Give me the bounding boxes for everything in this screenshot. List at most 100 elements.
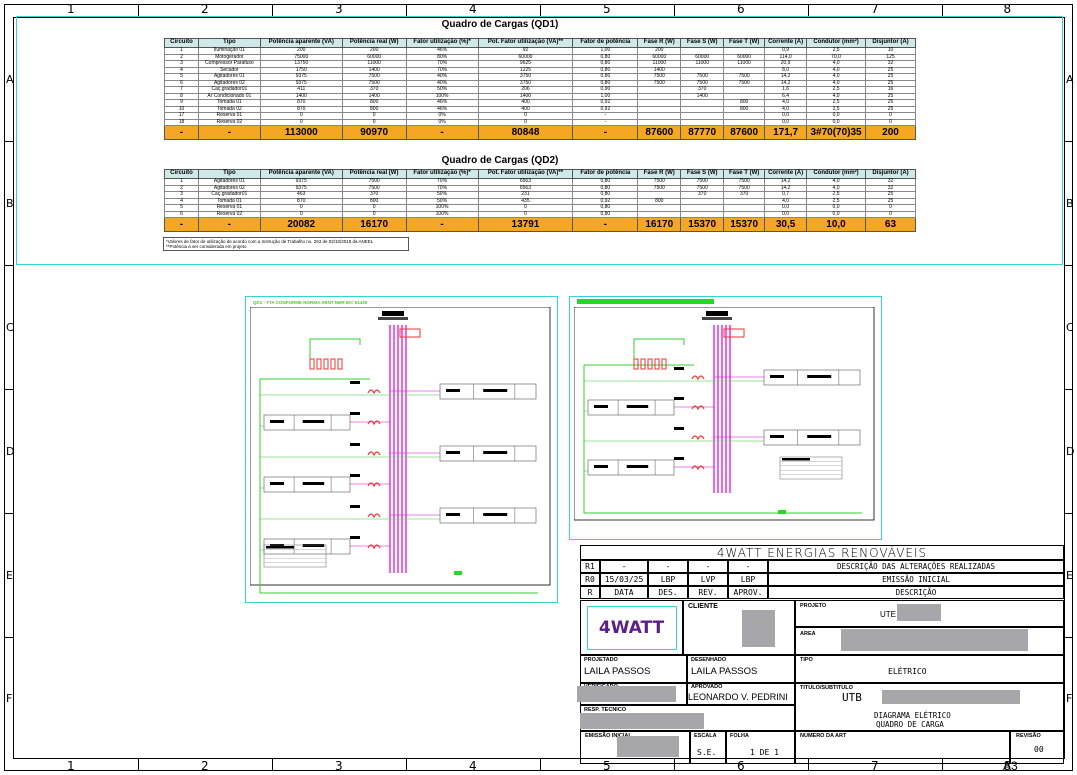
tipo-cell xyxy=(795,655,1064,683)
client-redacted xyxy=(742,610,775,647)
total-cell: 87600 xyxy=(637,125,682,140)
tipo-label: TIPO xyxy=(800,657,813,663)
qd2-diagram-rect xyxy=(594,405,608,408)
zone-row-tick xyxy=(1064,141,1073,142)
qd2-diagram-rect xyxy=(674,427,684,430)
project-redacted xyxy=(897,604,941,621)
zone-row-label: C xyxy=(1066,321,1074,334)
zone-row-tick xyxy=(1064,265,1073,266)
revision-cell: REV. xyxy=(688,586,728,599)
qd1-diagram-rect xyxy=(483,451,508,454)
zone-col-label: 1 xyxy=(67,2,75,16)
qd1-diagram-rect xyxy=(302,420,325,423)
zone-col-label: 8 xyxy=(1003,2,1012,16)
titulo-redacted xyxy=(882,690,1020,704)
revisao-label: REVISÃO xyxy=(1016,733,1041,739)
zone-col-label: 7 xyxy=(871,2,879,16)
total-cell: 63 xyxy=(864,217,917,232)
revision-cell: DESCRIÇÃO DAS ALTERAÇÕES REALIZADAS xyxy=(768,560,1064,573)
total-cell: - xyxy=(405,217,479,232)
col-header: Fase T (W) xyxy=(723,38,766,48)
zone-col-label: 4 xyxy=(469,759,477,773)
total-cell: - xyxy=(164,125,199,140)
total-cell: 87600 xyxy=(723,125,766,140)
projetado-value: LAILA PASSOS xyxy=(584,666,651,677)
qd2-diagram-rect xyxy=(674,367,684,370)
qd1-table: Circuito Tipo Potência aparente (VA) Potênc… xyxy=(164,38,916,140)
qd1-diagram-rect xyxy=(350,443,360,446)
total-cell: - xyxy=(572,217,639,232)
aprovado-value: LEONARDO V. PEDRINI xyxy=(688,692,788,702)
total-cell: 90970 xyxy=(341,125,407,140)
total-cell: 200 xyxy=(865,125,916,140)
titulo-prefix: UTB xyxy=(842,691,862,704)
zone-row-tick xyxy=(1064,389,1073,390)
revision-cell: - xyxy=(728,560,768,573)
qd2-diagram-rect xyxy=(702,317,732,320)
zone-row-label: D xyxy=(6,445,15,458)
verificado-redacted xyxy=(577,686,676,702)
total-cell: - xyxy=(164,217,199,232)
col-header: Fase S (W) xyxy=(680,38,725,48)
revision-cell: DESCRIÇÃO xyxy=(768,586,1064,599)
ground-marker xyxy=(454,571,462,575)
emissao-redacted xyxy=(617,736,679,757)
project-value: UTE xyxy=(880,610,896,619)
total-cell: 10,0 xyxy=(806,217,866,232)
zone-col-label: 3 xyxy=(335,2,343,16)
total-row: - -113000 90970-80848-87600 87770 87600 171,7… xyxy=(164,125,916,140)
total-cell: 15370 xyxy=(680,217,725,232)
client-label: CLIENTE xyxy=(688,603,718,610)
revision-cell: R1 xyxy=(580,560,600,573)
diagram-qd1-caption: QD1 - TTA CONFORME NORMA ABNT NBR IEC 61… xyxy=(253,300,368,305)
total-cell: 113000 xyxy=(259,125,343,140)
qd1-diagram-rect xyxy=(266,546,294,549)
total-cell: - xyxy=(405,125,479,140)
total-cell: 16170 xyxy=(637,217,682,232)
sheet-size: A3 xyxy=(1003,759,1018,773)
zone-row-label: F xyxy=(6,692,13,705)
revision-cell: - xyxy=(600,560,648,573)
revision-cell: LBP xyxy=(648,573,688,586)
projetado-label: PROJETADO xyxy=(584,657,618,663)
total-cell: 13791 xyxy=(477,217,574,232)
qd1-diagram-rect xyxy=(446,513,460,516)
titulo-line-1: DIAGRAMA ELÉTRICO xyxy=(874,711,951,720)
total-cell: 87770 xyxy=(680,125,725,140)
zone-row-label: D xyxy=(1066,445,1075,458)
zone-col-label: 2 xyxy=(201,2,209,16)
zone-col-tick xyxy=(272,759,273,771)
zone-col-label: 3 xyxy=(335,759,343,773)
qd1-diagram-rect xyxy=(382,311,404,316)
qd2-diagram-rect xyxy=(626,405,649,408)
total-cell: 3#70(70)35 xyxy=(806,125,867,140)
diagram-qd2-caption-bar xyxy=(577,299,714,304)
qd1-title: Quadro de Cargas (QD1) xyxy=(441,19,559,30)
project-label: PROJETO xyxy=(800,603,827,609)
zone-col-label: 5 xyxy=(603,2,611,16)
qd1-diagram-rect xyxy=(446,389,460,392)
zone-col-tick xyxy=(540,759,541,771)
desenhado-value: LAILA PASSOS xyxy=(691,666,758,677)
zone-row-label: B xyxy=(6,197,14,210)
qd2-table: Circuito Tipo Potência aparente (VA) Potênc… xyxy=(164,169,917,232)
title-block: 4WATT ENERGIAS RENOVÁVEIS R1- - - - DESCRIÇÃ… xyxy=(577,545,1064,764)
zone-col-label: 1 xyxy=(67,759,75,773)
tipo-value: ELÉTRICO xyxy=(888,667,927,676)
revision-cell: R0 xyxy=(580,573,600,586)
zone-row-tick xyxy=(4,389,13,390)
qd2-diagram-rect xyxy=(674,397,684,400)
revision-cell: DES. xyxy=(648,586,688,599)
revision-cell: LVP xyxy=(688,573,728,586)
zone-row-label: C xyxy=(6,321,14,334)
company-logo: 4WATT xyxy=(598,617,665,638)
total-cell: - xyxy=(197,217,261,232)
zone-row-tick xyxy=(4,637,13,638)
revision-cell: R xyxy=(580,586,600,599)
qd2-notes: *Valores de fator de utilização de acord… xyxy=(163,237,409,251)
total-row: - -20082 16170-13791-16170 15370 15370 30,5 10… xyxy=(164,217,917,232)
zone-row-tick xyxy=(1064,637,1073,638)
folha-value: 1 DE 1 xyxy=(750,748,779,757)
resp-redacted xyxy=(580,713,704,729)
folha-label: FOLHA xyxy=(730,733,749,739)
